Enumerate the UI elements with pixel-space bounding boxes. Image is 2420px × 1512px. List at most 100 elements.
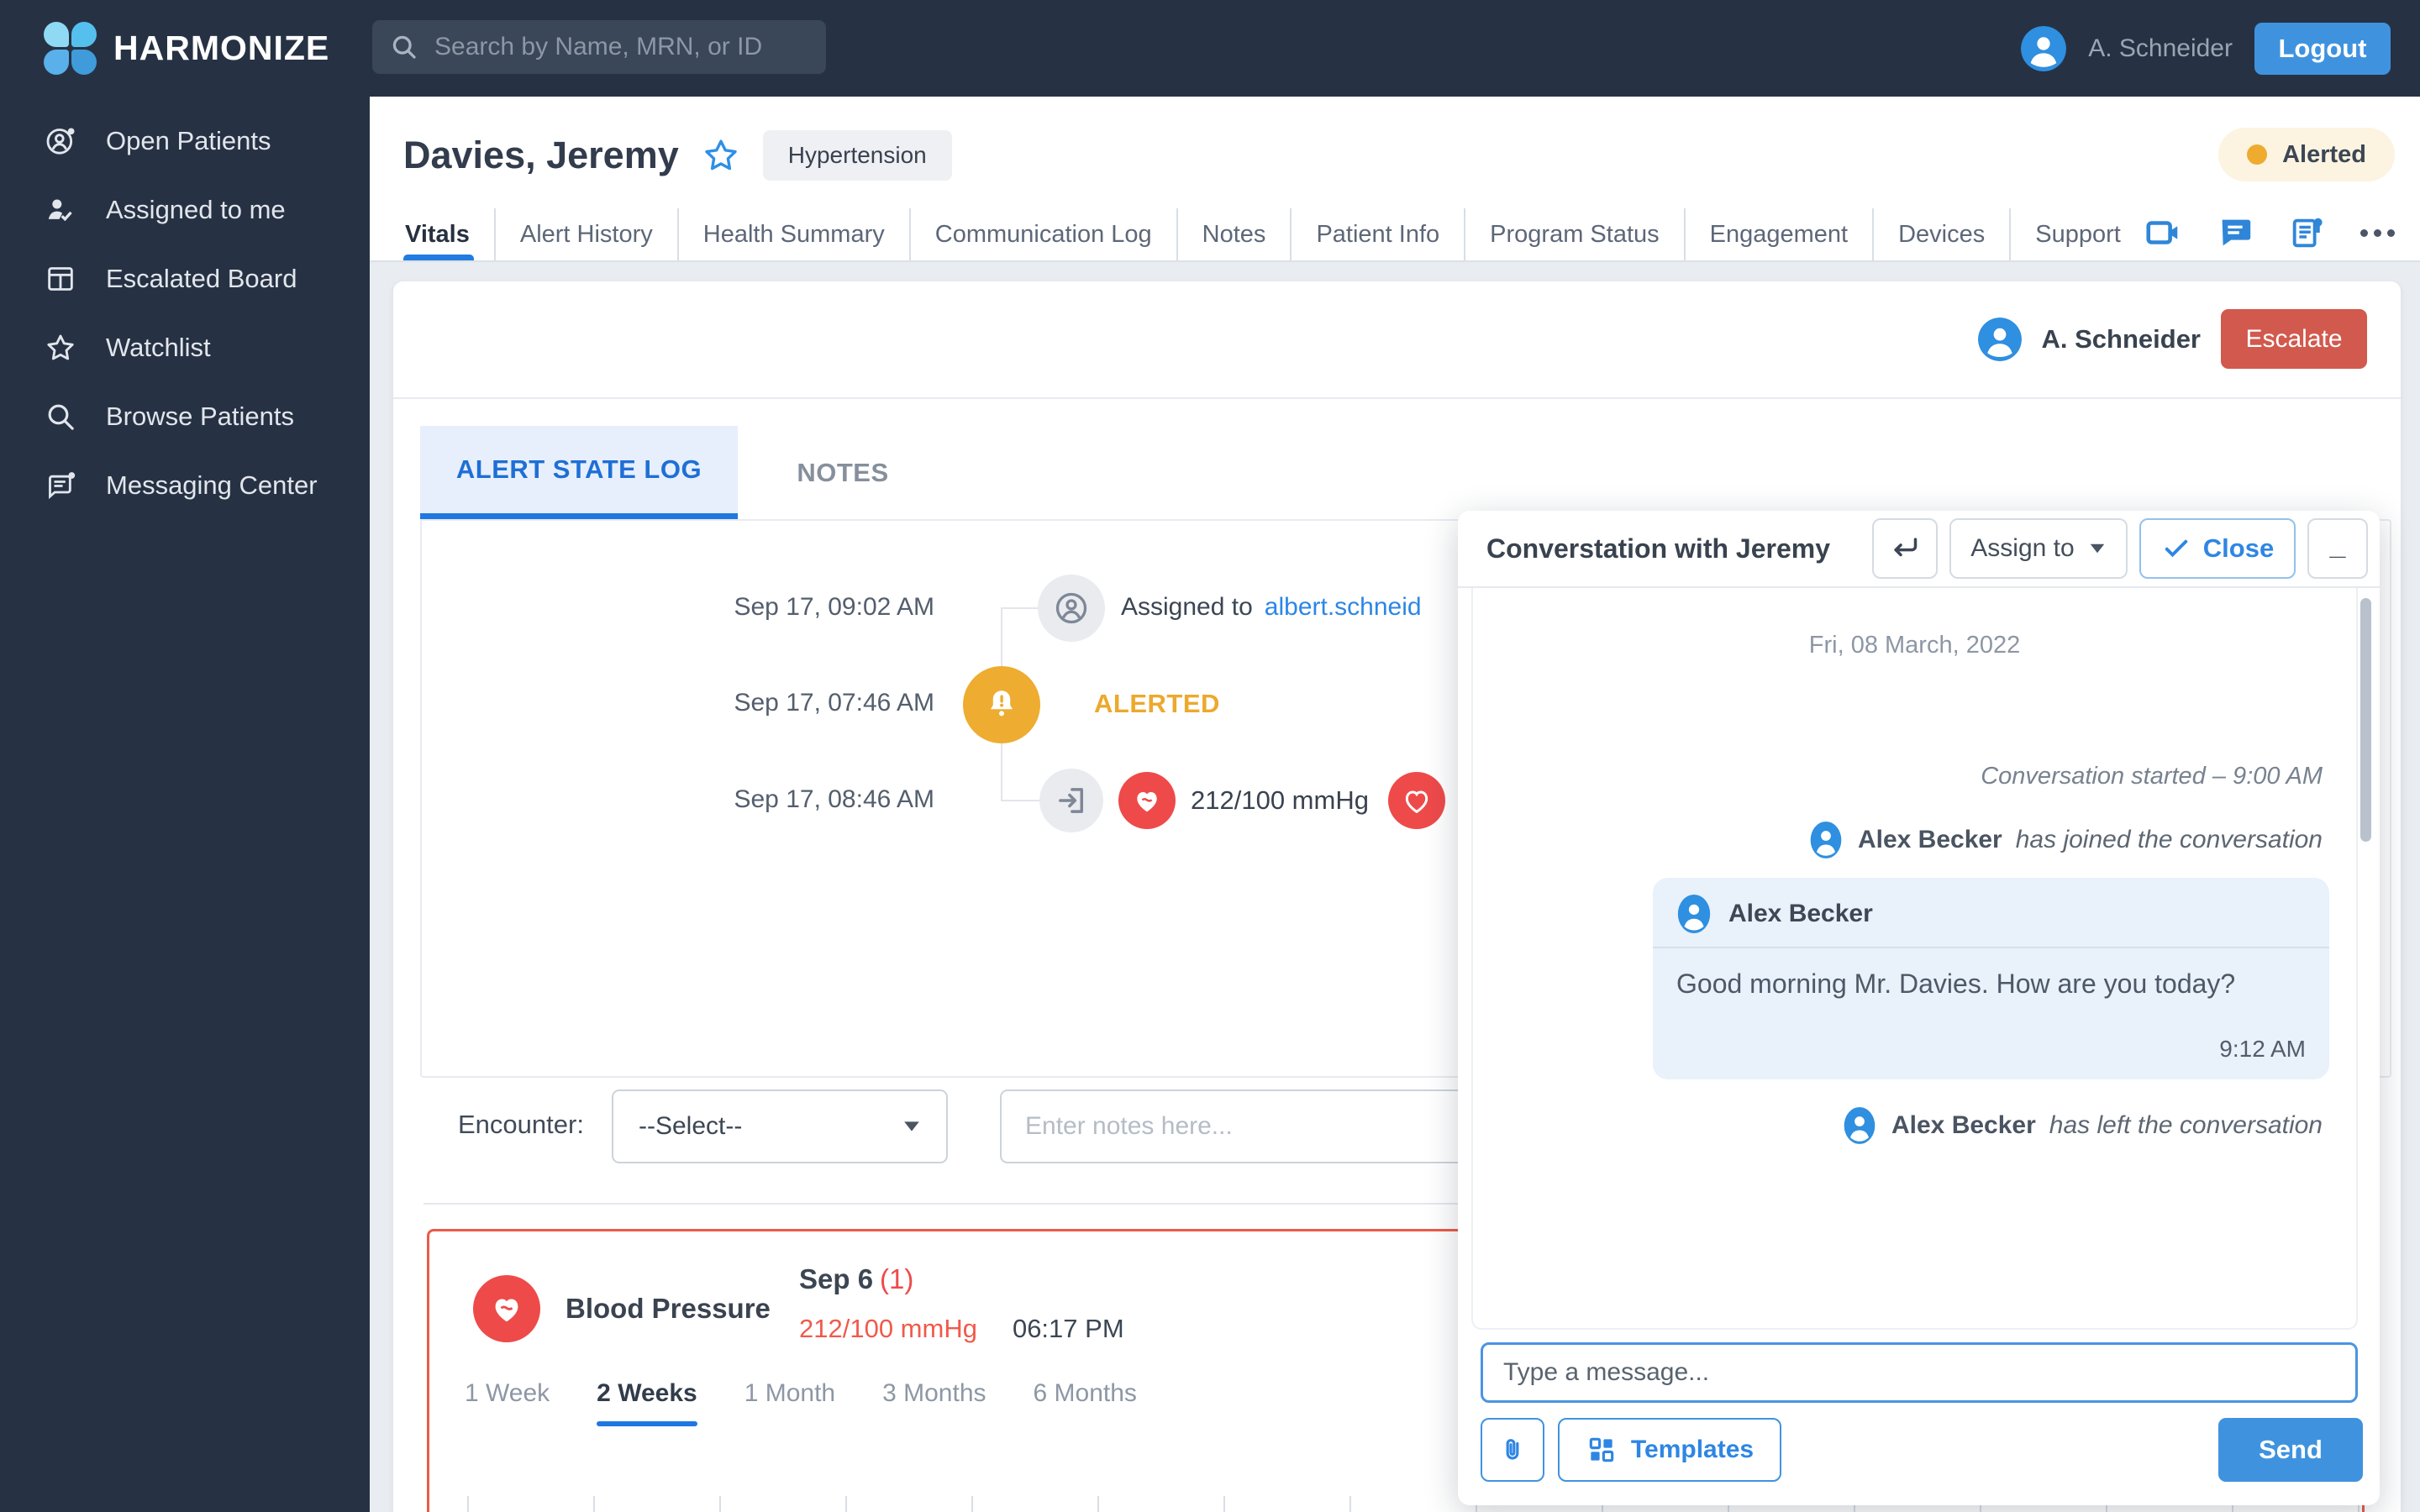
search-icon	[392, 35, 416, 59]
timeline-assigned-entry: Assigned to albert.schneid	[1121, 593, 1422, 622]
brand-name: HARMONIZE	[113, 29, 330, 67]
chat-icon[interactable]	[2216, 213, 2254, 252]
person-check-icon	[48, 199, 72, 222]
alert-dot-icon	[2247, 144, 2268, 165]
patient-header: Davies, Jeremy Hypertension Alerted Vita…	[370, 97, 2420, 262]
sidebar-item-escalated-board[interactable]: Escalated Board	[0, 244, 370, 313]
return-arrow-icon	[1894, 538, 1918, 557]
sidebar-item-label: Messaging Center	[106, 470, 318, 500]
conversation-footer: Templates Send	[1481, 1418, 2363, 1482]
system-message-text: has joined the conversation	[2015, 826, 2323, 853]
bp-value: 212/100 mmHg	[799, 1314, 977, 1343]
conversation-header-buttons: Assign to Close _	[1872, 518, 2368, 579]
patient-identity: Davies, Jeremy Hypertension	[403, 130, 952, 181]
bp-latest-reading: Sep 6 (1) 212/100 mmHg 06:17 PM	[799, 1263, 1124, 1344]
global-search[interactable]	[372, 20, 826, 74]
conversation-messages: Fri, 08 March, 2022 Conversation started…	[1471, 588, 2358, 1330]
range-2-weeks[interactable]: 2 Weeks	[597, 1379, 697, 1426]
attachment-button[interactable]	[1481, 1418, 1544, 1482]
tab-vitals[interactable]: Vitals	[403, 208, 494, 260]
patient-tabs: Vitals Alert History Health Summary Comm…	[403, 208, 2145, 260]
star-icon	[47, 334, 74, 360]
favorite-star-icon[interactable]	[701, 135, 741, 176]
more-options-icon[interactable]	[2360, 228, 2395, 237]
minimize-button[interactable]: _	[2307, 518, 2368, 579]
encounter-select-value: --Select--	[639, 1112, 743, 1140]
logout-button[interactable]: Logout	[2254, 22, 2391, 75]
range-6-months[interactable]: 6 Months	[1034, 1379, 1137, 1420]
harmonize-logo-icon	[44, 22, 97, 75]
participant-avatar	[1844, 1107, 1876, 1144]
check-icon	[2165, 539, 2187, 558]
tab-program-status[interactable]: Program Status	[1464, 208, 1683, 260]
assignee-link[interactable]: albert.schneid	[1265, 593, 1422, 622]
timeline-time: Sep 17, 09:02 AM	[734, 593, 934, 621]
conversation-started-note: Conversation started – 9:00 AM	[1981, 763, 2323, 790]
app-root: HARMONIZE A. Schneider Logout Open Patie…	[0, 0, 2420, 1512]
system-message-joined: Alex Becker has joined the conversation	[1807, 822, 2323, 858]
log-tabs: ALERT STATE LOG NOTES	[420, 426, 948, 519]
paperclip-icon	[1506, 1439, 1519, 1460]
tab-health-summary[interactable]: Health Summary	[676, 208, 909, 260]
sidebar-item-messaging-center[interactable]: Messaging Center	[0, 451, 370, 520]
user-name: A. Schneider	[2088, 34, 2233, 62]
tab-alert-state-log[interactable]: ALERT STATE LOG	[420, 426, 738, 519]
sender-avatar	[1677, 895, 1711, 933]
sidebar-item-assigned-to-me[interactable]: Assigned to me	[0, 176, 370, 244]
tab-log-notes[interactable]: NOTES	[738, 426, 948, 519]
sidebar-item-watchlist[interactable]: Watchlist	[0, 313, 370, 382]
care-assignment-row: A. Schneider Escalate	[1977, 309, 2367, 369]
pinned-note-icon[interactable]	[2288, 213, 2327, 252]
topbar-user-area: A. Schneider Logout	[2021, 0, 2391, 97]
tab-communication-log[interactable]: Communication Log	[908, 208, 1176, 260]
message-text: Good morning Mr. Davies. How are you tod…	[1676, 969, 2236, 999]
sidebar-item-label: Escalated Board	[106, 264, 297, 293]
range-1-month[interactable]: 1 Month	[744, 1379, 835, 1420]
send-button[interactable]: Send	[2218, 1418, 2363, 1482]
encounter-select[interactable]: --Select--	[612, 1089, 948, 1163]
sidebar-item-label: Open Patients	[106, 126, 271, 155]
search-input[interactable]	[434, 33, 809, 61]
timeline-time: Sep 17, 08:46 AM	[734, 785, 934, 813]
templates-grid-icon	[1589, 1437, 1614, 1462]
tab-support[interactable]: Support	[2009, 208, 2145, 260]
tab-engagement[interactable]: Engagement	[1683, 208, 1872, 260]
video-call-icon[interactable]	[2144, 213, 2182, 252]
patient-action-icons	[2144, 213, 2395, 252]
return-button[interactable]	[1872, 518, 1938, 579]
sidebar-item-browse-patients[interactable]: Browse Patients	[0, 382, 370, 451]
heart-outline-icon	[1388, 772, 1445, 829]
timeline-connector	[1001, 800, 1039, 801]
sender-name: Alex Becker	[1728, 900, 1873, 927]
board-icon	[48, 267, 73, 291]
escalate-button[interactable]: Escalate	[2221, 309, 2367, 369]
patient-name: Davies, Jeremy	[403, 134, 679, 176]
timeline-connector	[1001, 607, 1038, 609]
close-conversation-button[interactable]: Close	[2139, 518, 2296, 579]
top-bar: HARMONIZE A. Schneider Logout	[0, 0, 2420, 97]
assignee-name: A. Schneider	[2041, 323, 2202, 354]
sidebar-item-label: Watchlist	[106, 333, 211, 362]
templates-button[interactable]: Templates	[1558, 1418, 1781, 1482]
sidebar-item-open-patients[interactable]: Open Patients	[0, 107, 370, 176]
assign-to-button[interactable]: Assign to	[1949, 518, 2128, 579]
open-patients-icon	[46, 128, 75, 155]
participant-avatar	[1810, 822, 1842, 858]
tab-devices[interactable]: Devices	[1872, 208, 2009, 260]
chat-bubble-icon	[49, 472, 76, 500]
alert-bell-icon	[963, 666, 1040, 743]
tab-patient-info[interactable]: Patient Info	[1290, 208, 1464, 260]
conversation-scrollbar[interactable]	[2360, 598, 2371, 842]
range-1-week[interactable]: 1 Week	[465, 1379, 550, 1420]
conversation-header: Converstation with Jeremy Assign to Clos…	[1458, 511, 2380, 588]
tab-alert-history[interactable]: Alert History	[493, 208, 677, 260]
range-3-months[interactable]: 3 Months	[882, 1379, 986, 1420]
chevron-down-icon	[2090, 543, 2104, 554]
user-avatar[interactable]	[2021, 25, 2067, 71]
tab-notes[interactable]: Notes	[1176, 208, 1291, 260]
condition-tag: Hypertension	[762, 130, 952, 181]
bp-count: (1)	[880, 1263, 914, 1294]
message-input[interactable]	[1481, 1342, 2358, 1403]
message-time: 9:12 AM	[2219, 1036, 2306, 1062]
heart-icon	[473, 1275, 540, 1342]
